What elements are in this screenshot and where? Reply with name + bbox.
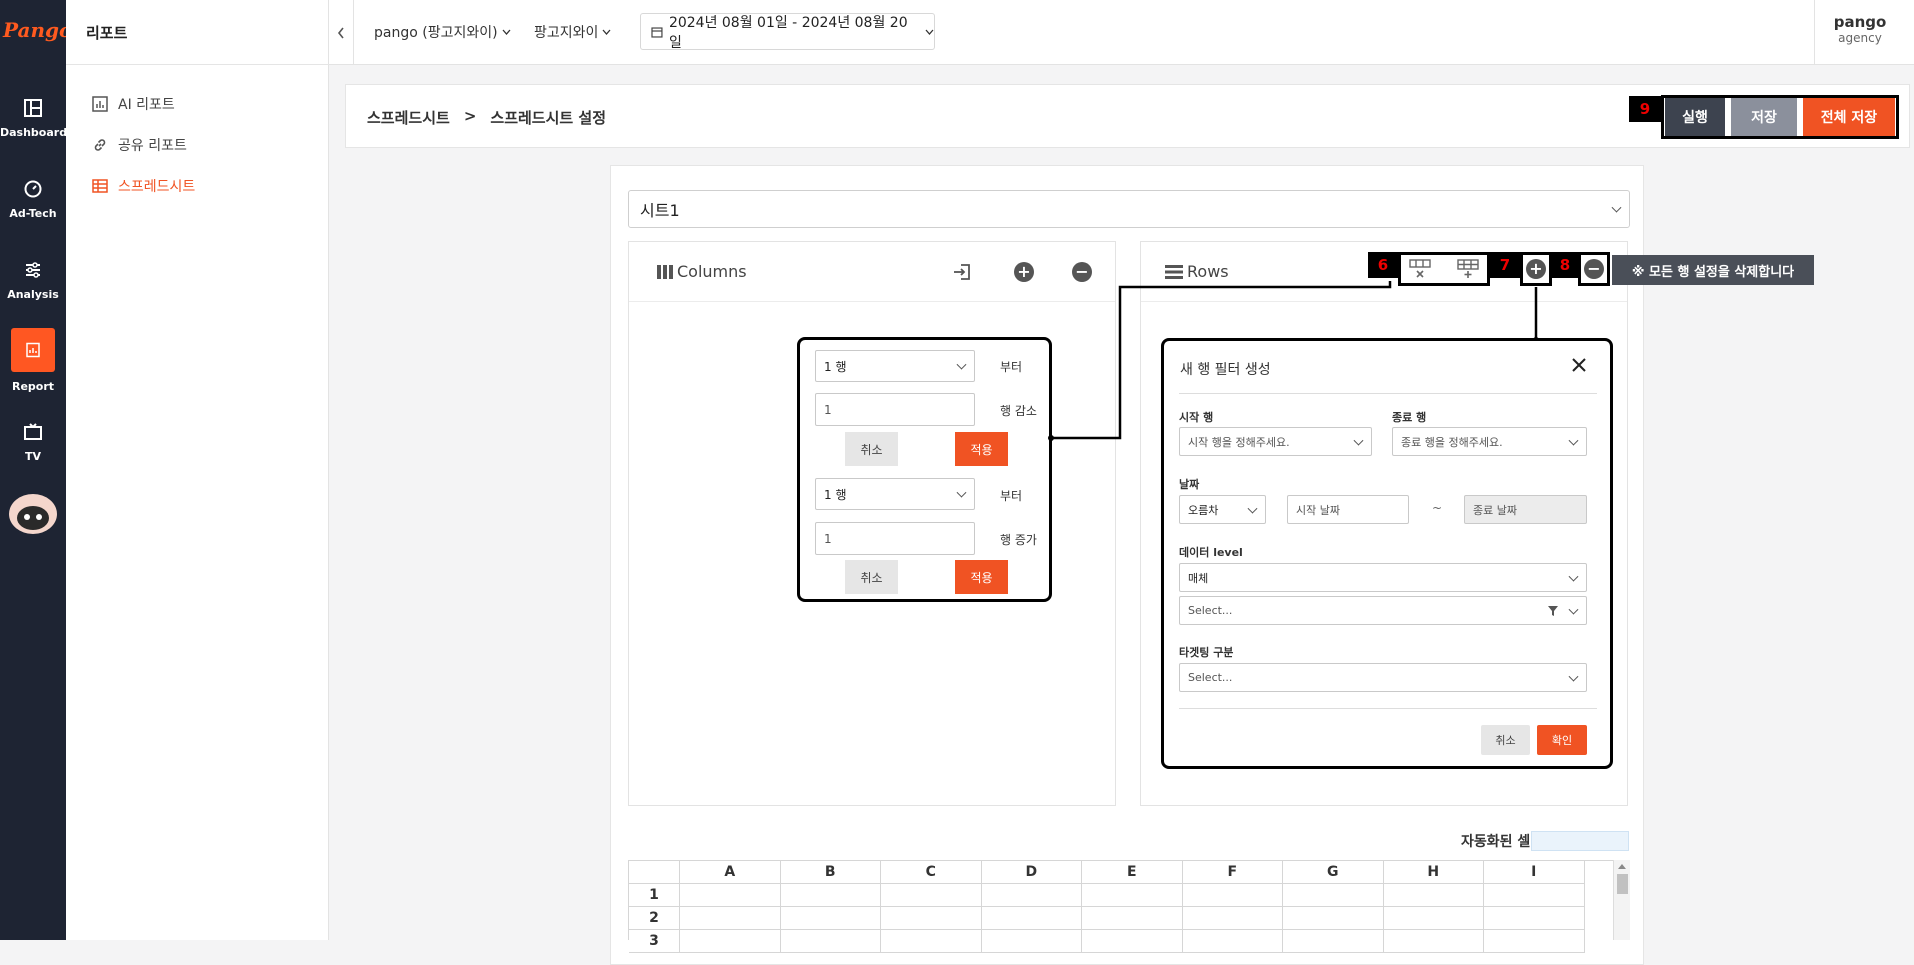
data-level-label: 데이터 level xyxy=(1179,546,1243,559)
start-date-input[interactable]: 시작 날짜 xyxy=(1287,495,1409,524)
targeting-select[interactable]: Select... xyxy=(1179,663,1587,692)
end-date-input[interactable]: 종료 날짜 xyxy=(1464,495,1587,524)
callout-number-8: 8 xyxy=(1550,252,1580,278)
insert-row-icon[interactable] xyxy=(1457,259,1479,279)
targeting-label: 타겟팅 구분 xyxy=(1179,646,1234,659)
start-row-placeholder: 시작 행을 정해주세요. xyxy=(1188,435,1290,449)
divider xyxy=(1179,393,1597,394)
chevron-down-icon xyxy=(1568,671,1579,682)
start-row-select[interactable]: 시작 행을 정해주세요. xyxy=(1179,427,1372,456)
chevron-down-icon xyxy=(1353,435,1364,446)
add-row-callout: + xyxy=(1520,252,1552,286)
date-order-value: 오름차 xyxy=(1188,503,1219,517)
data-value-select[interactable]: Select... xyxy=(1179,596,1587,625)
dialog-title: 새 행 필터 생성 xyxy=(1180,362,1271,378)
row-tools-callout xyxy=(1398,252,1490,286)
remove-all-rows-button[interactable]: − xyxy=(1584,259,1604,279)
delete-row-icon[interactable] xyxy=(1409,259,1431,279)
start-date-placeholder: 시작 날짜 xyxy=(1296,503,1340,517)
callout-number-7: 7 xyxy=(1490,252,1520,278)
delete-rows-tooltip: ※ 모든 행 설정을 삭제합니다 xyxy=(1612,255,1814,285)
confirm-button[interactable]: 확인 xyxy=(1537,725,1587,755)
minus-icon: − xyxy=(1587,259,1601,278)
filter-icon[interactable] xyxy=(1548,606,1558,616)
callout-connectors xyxy=(1048,281,1539,441)
date-order-select[interactable]: 오름차 xyxy=(1179,495,1266,524)
targeting-placeholder: Select... xyxy=(1188,671,1233,684)
cancel-button[interactable]: 취소 xyxy=(1481,725,1530,755)
add-row-filter-button[interactable]: + xyxy=(1526,259,1546,279)
start-row-label: 시작 행 xyxy=(1179,411,1214,424)
divider xyxy=(1179,708,1597,709)
plus-icon: + xyxy=(1529,259,1543,278)
chevron-down-icon xyxy=(1568,435,1579,446)
data-level-value: 매체 xyxy=(1188,571,1209,585)
end-row-placeholder: 종료 행을 정해주세요. xyxy=(1401,435,1503,449)
data-level-select[interactable]: 매체 xyxy=(1179,563,1587,592)
chevron-down-icon xyxy=(1568,571,1579,582)
chevron-down-icon xyxy=(1247,503,1258,514)
remove-rows-callout: − xyxy=(1578,252,1610,286)
end-row-label: 종료 행 xyxy=(1392,411,1427,424)
close-icon xyxy=(1572,358,1586,372)
close-button[interactable] xyxy=(1569,355,1589,375)
date-range-tilde: ~ xyxy=(1432,501,1443,515)
callout-number-6: 6 xyxy=(1368,252,1398,278)
new-row-filter-dialog: 새 행 필터 생성 시작 행 시작 행을 정해주세요. 종료 행 종료 행을 정… xyxy=(1161,338,1613,769)
date-label: 날짜 xyxy=(1179,478,1200,491)
end-row-select[interactable]: 종료 행을 정해주세요. xyxy=(1392,427,1587,456)
data-value-placeholder: Select... xyxy=(1188,604,1233,617)
chevron-down-icon xyxy=(1568,604,1579,615)
end-date-placeholder: 종료 날짜 xyxy=(1473,503,1517,517)
